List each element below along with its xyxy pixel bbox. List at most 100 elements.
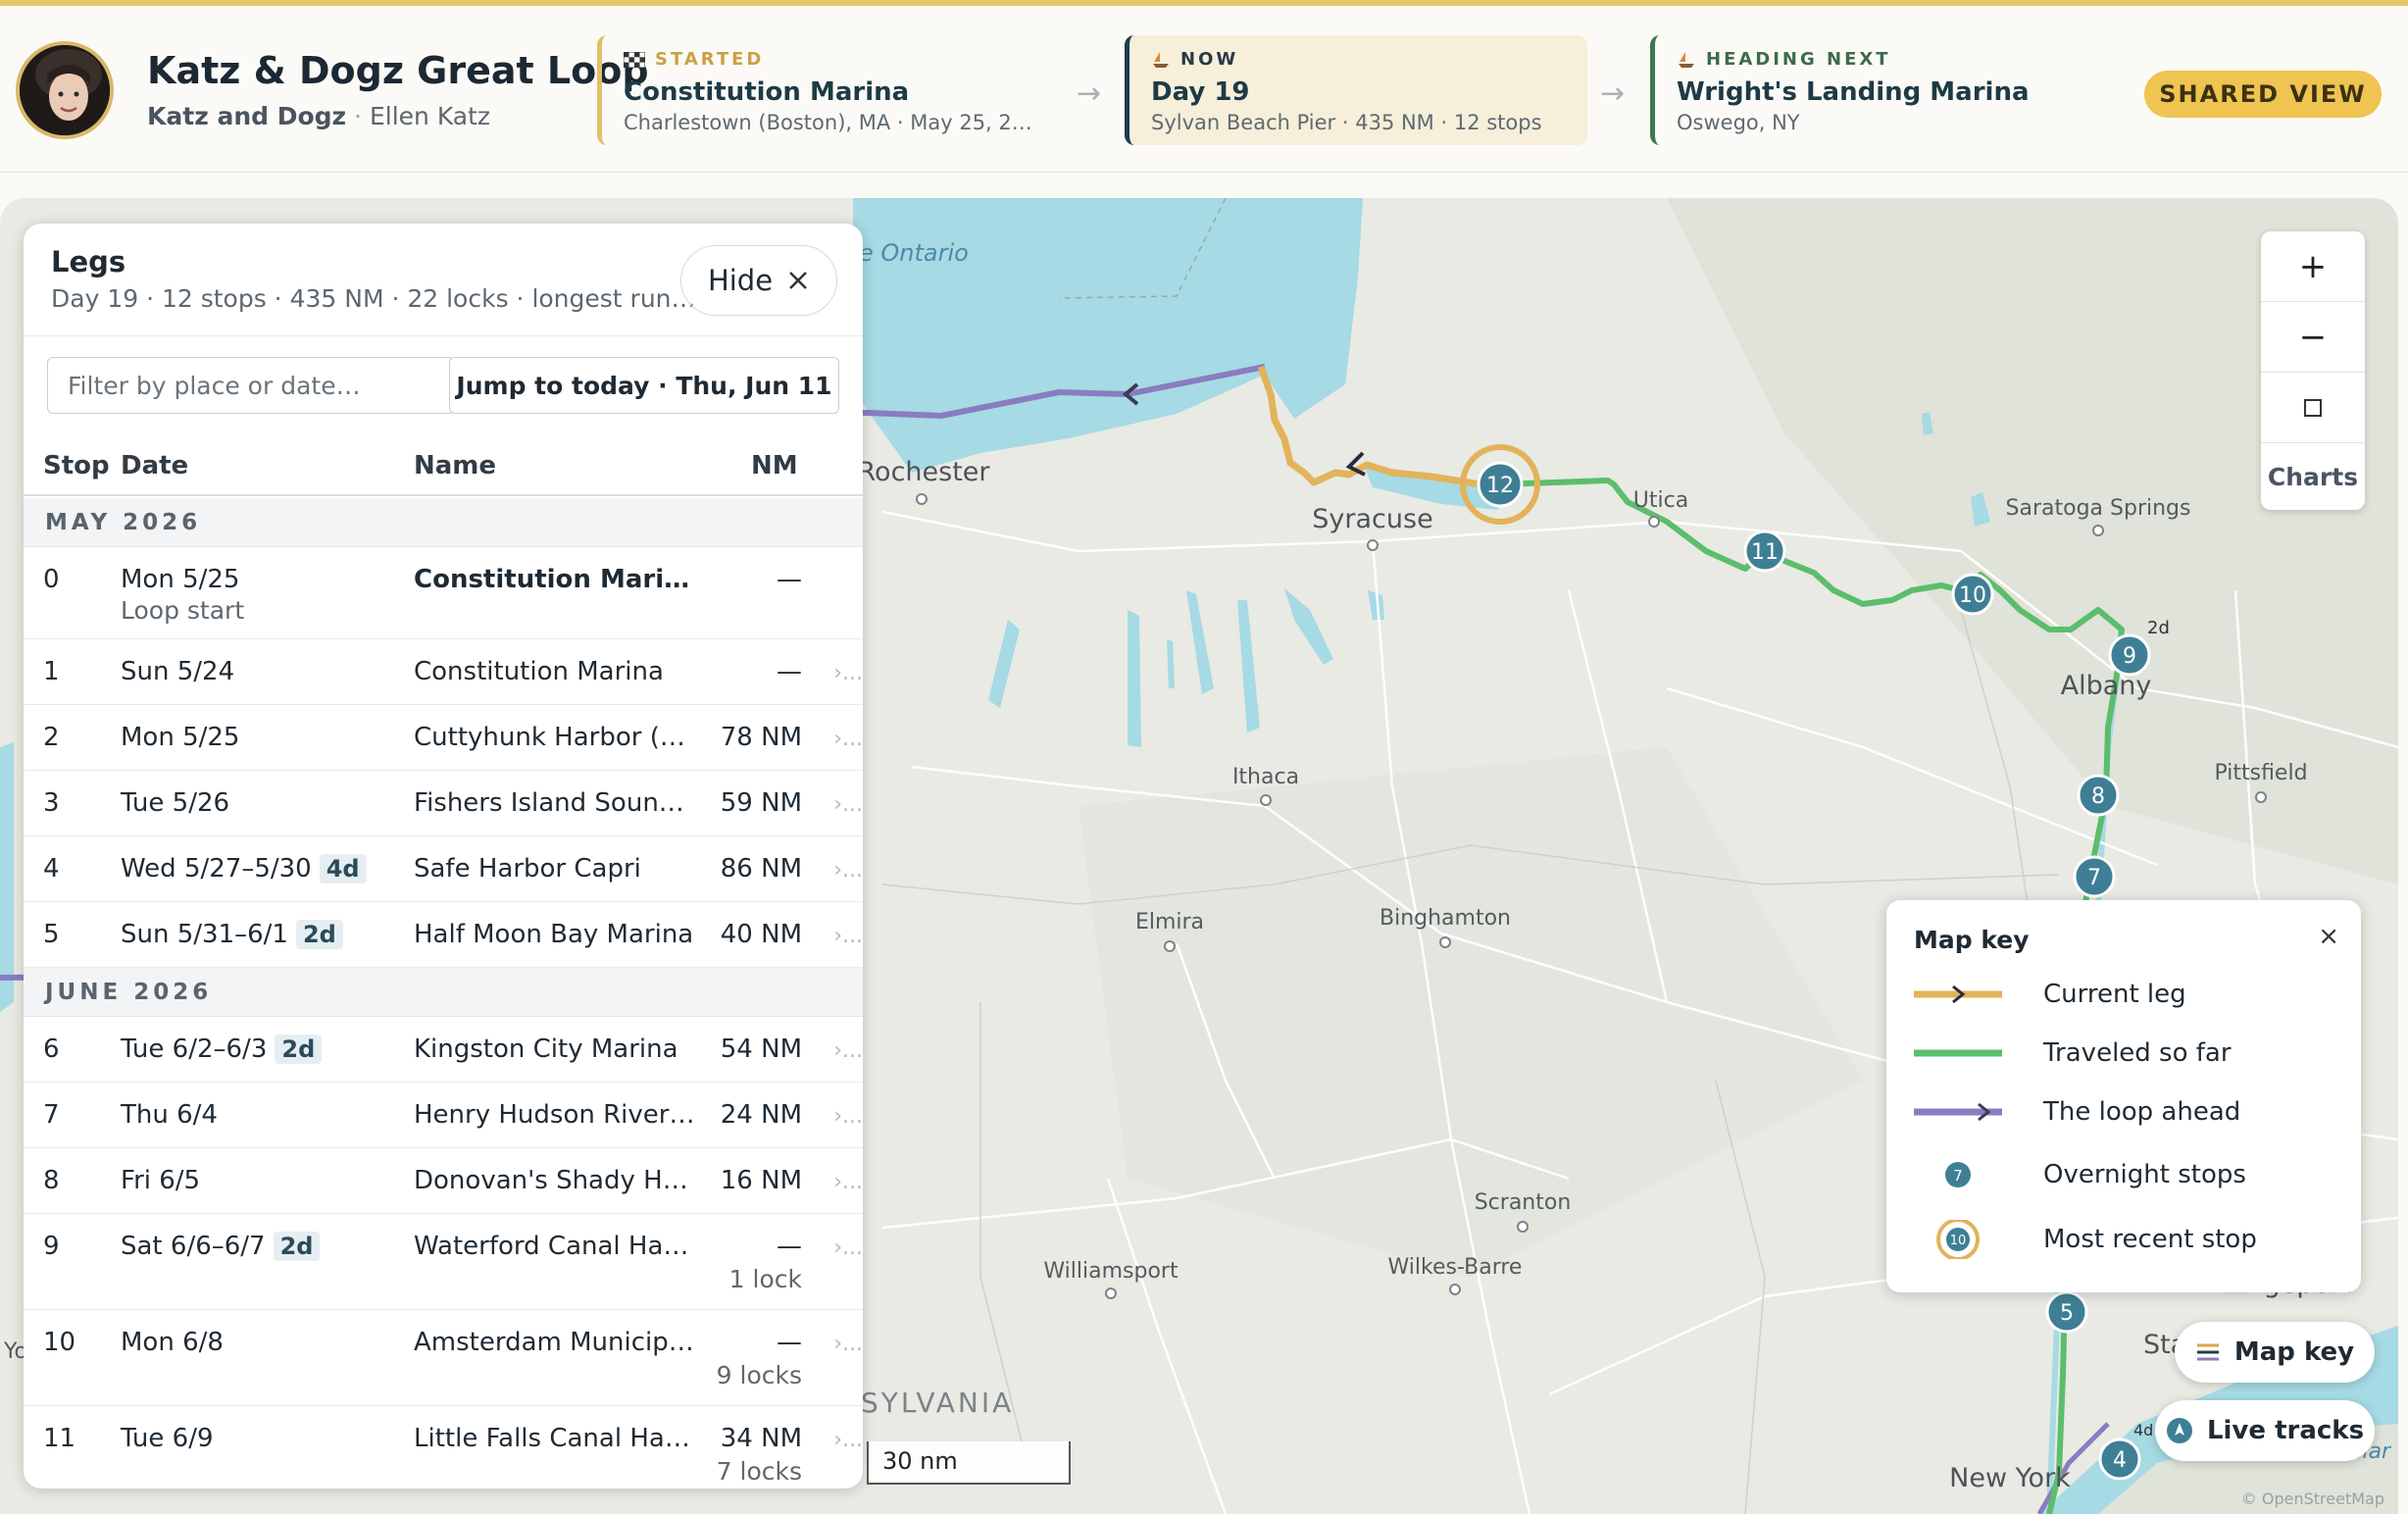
stop-4-number: 4 bbox=[2113, 1448, 2127, 1473]
cell-date: Sat 6/6–6/7 2d bbox=[121, 1232, 321, 1261]
cell-nm: 24 NM bbox=[720, 1100, 802, 1130]
cell-date: Sun 5/31–6/1 2d bbox=[121, 920, 343, 949]
table-row[interactable]: 1 Sun 5/24 Constitution Marina — ›... bbox=[24, 639, 863, 705]
chevron-right-icon[interactable]: ›... bbox=[833, 1428, 863, 1452]
cell-stop: 8 bbox=[43, 1166, 60, 1195]
city-new-york: New York bbox=[1949, 1463, 2071, 1493]
chevron-right-icon[interactable]: ›... bbox=[833, 792, 863, 817]
stop-marker-10[interactable]: 10 bbox=[1951, 573, 1994, 616]
stop-marker-11[interactable]: 11 bbox=[1743, 530, 1786, 573]
date-text: Sat 6/6–6/7 bbox=[121, 1232, 266, 1261]
chevron-right-icon[interactable]: ›... bbox=[833, 924, 863, 948]
cell-name: Little Falls Canal Harb... bbox=[414, 1424, 698, 1453]
zoom-out-button[interactable]: − bbox=[2261, 302, 2365, 373]
stop-marker-8[interactable]: 8 bbox=[2077, 774, 2120, 817]
city-elmira: Elmira bbox=[1134, 910, 1205, 934]
date-text: Sun 5/31–6/1 bbox=[121, 920, 288, 949]
cell-stop: 1 bbox=[43, 657, 60, 686]
table-row[interactable]: 11 Tue 6/9 Little Falls Canal Harb... 34… bbox=[24, 1406, 863, 1489]
date-text: Wed 5/27–5/30 bbox=[121, 854, 312, 883]
most-recent-stop-swatch: 10 bbox=[1936, 1220, 1980, 1259]
chevron-right-icon[interactable]: ›... bbox=[833, 1104, 863, 1129]
key-label: Overnight stops bbox=[2043, 1160, 2246, 1189]
table-row[interactable]: 4 Wed 5/27–5/30 4d Safe Harbor Capri 86 N… bbox=[24, 836, 863, 902]
boat-icon bbox=[1153, 51, 1169, 68]
started-card[interactable]: STARTED Constitution Marina Charlestown … bbox=[597, 35, 1058, 145]
stop-marker-9[interactable]: 9 bbox=[2108, 633, 2151, 677]
chevron-right-icon[interactable]: ›... bbox=[833, 1332, 863, 1356]
date-text: Tue 6/2–6/3 bbox=[121, 1035, 268, 1064]
stop-marker-7[interactable]: 7 bbox=[2073, 855, 2116, 898]
stop-10-number: 10 bbox=[1959, 583, 1986, 608]
close-icon[interactable]: × bbox=[2318, 922, 2339, 951]
loop-ahead-swatch bbox=[1914, 1102, 2002, 1122]
jump-to-today-button[interactable]: Jump to today · Thu, Jun 11 bbox=[449, 357, 839, 414]
next-detail: Oswego, NY bbox=[1677, 111, 1800, 134]
table-row[interactable]: 10 Mon 6/8 Amsterdam Municipal... — 9 lo… bbox=[24, 1310, 863, 1406]
chevron-right-icon[interactable]: ›... bbox=[833, 1170, 863, 1194]
boat-name: Katz and Dogz bbox=[147, 102, 347, 130]
chevron-right-icon[interactable]: ›... bbox=[833, 858, 863, 883]
cell-name: Waterford Canal Harb... bbox=[414, 1232, 698, 1261]
table-row[interactable]: 9 Sat 6/6–6/7 2d Waterford Canal Harb... … bbox=[24, 1214, 863, 1310]
city-saratoga: Saratoga Springs bbox=[2005, 496, 2191, 521]
chevron-right-icon[interactable]: ›... bbox=[833, 661, 863, 685]
cell-stop: 6 bbox=[43, 1035, 60, 1064]
map-attribution[interactable]: © OpenStreetMap bbox=[2241, 1489, 2384, 1508]
live-tracks-label: Live tracks bbox=[2206, 1416, 2365, 1445]
cell-nm: 54 NM bbox=[720, 1035, 802, 1064]
shared-view-button[interactable]: SHARED VIEW bbox=[2144, 71, 2382, 118]
cell-locks: 7 locks bbox=[716, 1457, 802, 1486]
cell-name: Cuttyhunk Harbor (C... bbox=[414, 723, 698, 752]
col-date[interactable]: Date bbox=[121, 451, 188, 480]
stop-marker-5[interactable]: 5 bbox=[2045, 1290, 2088, 1334]
table-row[interactable]: 0 Mon 5/25 Loop start Constitution Marin… bbox=[24, 547, 863, 639]
chevron-right-icon[interactable]: ›... bbox=[833, 1236, 863, 1260]
zoom-in-button[interactable]: + bbox=[2261, 231, 2365, 302]
current-leg-swatch bbox=[1914, 984, 2002, 1004]
cell-stop: 5 bbox=[43, 920, 60, 949]
map-key-button[interactable]: Map key bbox=[2175, 1322, 2375, 1383]
table-row[interactable]: 5 Sun 5/31–6/1 2d Half Moon Bay Marina 40… bbox=[24, 902, 863, 968]
live-tracks-button[interactable]: Live tracks bbox=[2155, 1400, 2375, 1461]
charts-button[interactable]: Charts bbox=[2261, 443, 2365, 510]
col-stop[interactable]: Stop bbox=[43, 451, 110, 480]
filter-input[interactable] bbox=[47, 357, 455, 414]
stop-12-number: 12 bbox=[1486, 474, 1514, 498]
now-label: NOW bbox=[1180, 49, 1239, 70]
overnight-stop-swatch: 7 bbox=[1945, 1162, 1971, 1187]
avatar[interactable] bbox=[16, 41, 114, 139]
stop-marker-4[interactable]: 4 bbox=[2098, 1438, 2141, 1481]
col-name[interactable]: Name bbox=[414, 451, 496, 480]
next-kicker: HEADING NEXT bbox=[1677, 49, 2099, 70]
checkered-flag-icon bbox=[624, 51, 645, 68]
table-row[interactable]: 6 Tue 6/2–6/3 2d Kingston City Marina 54 … bbox=[24, 1017, 863, 1083]
now-card[interactable]: NOW Day 19 Sylvan Beach Pier · 435 NM · … bbox=[1125, 35, 1587, 145]
cell-nm: 78 NM bbox=[720, 723, 802, 752]
started-detail: Charlestown (Boston), MA · May 25, 2026 bbox=[624, 111, 1036, 134]
col-nm[interactable]: NM bbox=[751, 451, 798, 480]
cell-stop: 10 bbox=[43, 1328, 76, 1357]
hide-panel-button[interactable]: Hide bbox=[680, 245, 837, 316]
chevron-right-icon[interactable]: ›... bbox=[833, 727, 863, 751]
chevron-right-icon[interactable]: ›... bbox=[833, 1038, 863, 1063]
cell-name: Safe Harbor Capri bbox=[414, 854, 641, 883]
map-controls: + − Charts bbox=[2261, 231, 2365, 510]
divider bbox=[24, 335, 863, 336]
cell-locks: 9 locks bbox=[716, 1361, 802, 1389]
cell-date: Tue 6/2–6/3 2d bbox=[121, 1035, 323, 1064]
city-utica: Utica bbox=[1632, 488, 1689, 513]
cell-stop: 7 bbox=[43, 1100, 60, 1130]
table-row[interactable]: 8 Fri 6/5 Donovan's Shady Har... 16 NM ›… bbox=[24, 1148, 863, 1214]
stop-9-badge: 2d bbox=[2147, 618, 2170, 638]
map-scale: 30 nm bbox=[867, 1441, 1071, 1485]
city-rochester: Rochester bbox=[857, 457, 990, 487]
next-card[interactable]: HEADING NEXT Wright's Landing Marina Osw… bbox=[1650, 35, 2121, 145]
cell-note: Loop start bbox=[121, 596, 245, 625]
table-row[interactable]: 3 Tue 5/26 Fishers Island Sound ... 59 N… bbox=[24, 771, 863, 836]
key-overnight-stops: 7 Overnight stops bbox=[1914, 1155, 2246, 1194]
cell-stop: 0 bbox=[43, 565, 60, 594]
table-row[interactable]: 2 Mon 5/25 Cuttyhunk Harbor (C... 78 NM … bbox=[24, 705, 863, 771]
fullscreen-button[interactable] bbox=[2261, 373, 2365, 443]
table-row[interactable]: 7 Thu 6/4 Henry Hudson Riverfr... 24 NM … bbox=[24, 1083, 863, 1148]
